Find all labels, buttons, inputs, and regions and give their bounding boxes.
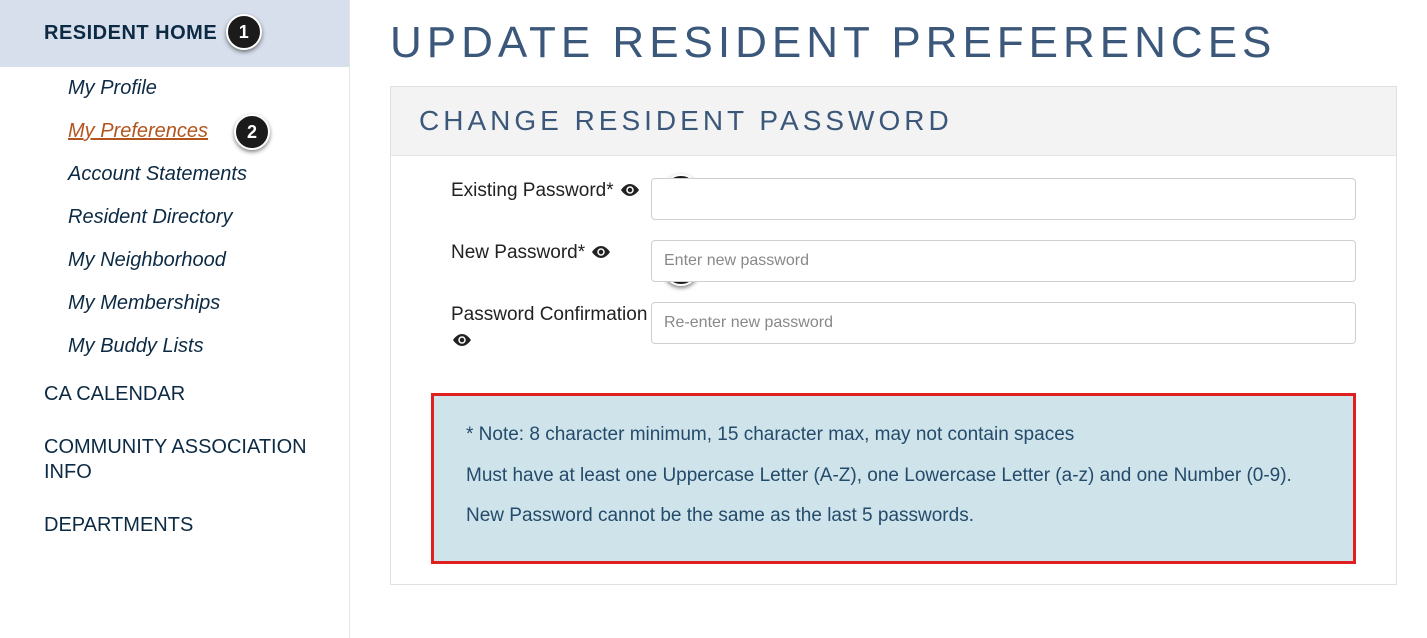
label-existing-password: Existing Password*: [451, 178, 651, 204]
sidebar-section-community-association-info[interactable]: COMMUNITY ASSOCIATION INFO: [20, 421, 349, 499]
sidebar-item-label: My Neighborhood: [68, 249, 226, 271]
sidebar-item-resident-directory[interactable]: Resident Directory: [20, 196, 349, 239]
sidebar-item-label: My Memberships: [68, 292, 220, 314]
sidebar-item-my-memberships[interactable]: My Memberships: [20, 282, 349, 325]
sidebar-item-account-statements[interactable]: Account Statements: [20, 153, 349, 196]
sidebar-section-ca-calendar[interactable]: CA CALENDAR: [20, 368, 349, 421]
password-form: Existing Password* 3 New Password*: [391, 156, 1396, 383]
sidebar-section-label: DEPARTMENTS: [44, 514, 193, 536]
callout-2: 2: [234, 114, 270, 150]
confirm-password-input[interactable]: [651, 302, 1356, 344]
eye-icon[interactable]: [621, 178, 639, 204]
new-password-input[interactable]: [651, 240, 1356, 282]
row-existing-password: Existing Password* 3: [451, 178, 1356, 220]
sidebar-item-label: My Profile: [68, 77, 157, 99]
row-new-password: New Password* 4: [451, 240, 1356, 282]
label-confirm-password: Password Confirmation: [451, 302, 651, 353]
sidebar-top-label: RESIDENT HOME: [44, 22, 217, 44]
sidebar-item-my-buddy-lists[interactable]: My Buddy Lists: [20, 325, 349, 368]
label-text: Existing Password*: [451, 180, 619, 201]
sidebar-item-label: Account Statements: [68, 163, 247, 185]
callout-1: 1: [226, 14, 262, 50]
sidebar-item-my-profile[interactable]: My Profile: [20, 67, 349, 110]
password-rules-note: * Note: 8 character minimum, 15 characte…: [431, 393, 1356, 564]
change-password-panel: CHANGE RESIDENT PASSWORD Existing Passwo…: [390, 86, 1397, 585]
sidebar: RESIDENT HOME 1 My Profile My Preference…: [0, 0, 350, 638]
sidebar-section-label: CA CALENDAR: [44, 383, 185, 405]
label-new-password: New Password*: [451, 240, 651, 266]
main-content: UPDATE RESIDENT PREFERENCES CHANGE RESID…: [350, 0, 1427, 638]
eye-icon[interactable]: [453, 328, 471, 354]
row-confirm-password: Password Confirmation: [451, 302, 1356, 353]
sidebar-item-label: My Preferences: [68, 120, 208, 142]
sidebar-section-departments[interactable]: DEPARTMENTS: [20, 499, 349, 552]
page-title: UPDATE RESIDENT PREFERENCES: [390, 18, 1397, 68]
label-text: Password Confirmation: [451, 304, 647, 325]
sidebar-section-label: COMMUNITY ASSOCIATION INFO: [44, 436, 307, 483]
sidebar-item-my-preferences[interactable]: My Preferences 2: [20, 110, 349, 153]
sidebar-item-label: Resident Directory: [68, 206, 233, 228]
note-line-2: Must have at least one Uppercase Letter …: [466, 459, 1325, 493]
note-line-1: * Note: 8 character minimum, 15 characte…: [466, 418, 1325, 452]
existing-password-input[interactable]: [651, 178, 1356, 220]
sidebar-top-resident-home[interactable]: RESIDENT HOME 1: [0, 0, 349, 67]
label-text: New Password*: [451, 242, 590, 263]
sidebar-item-label: My Buddy Lists: [68, 335, 204, 357]
eye-icon[interactable]: [592, 240, 610, 266]
note-line-3: New Password cannot be the same as the l…: [466, 499, 1325, 533]
panel-title: CHANGE RESIDENT PASSWORD: [391, 87, 1396, 156]
sidebar-item-my-neighborhood[interactable]: My Neighborhood: [20, 239, 349, 282]
